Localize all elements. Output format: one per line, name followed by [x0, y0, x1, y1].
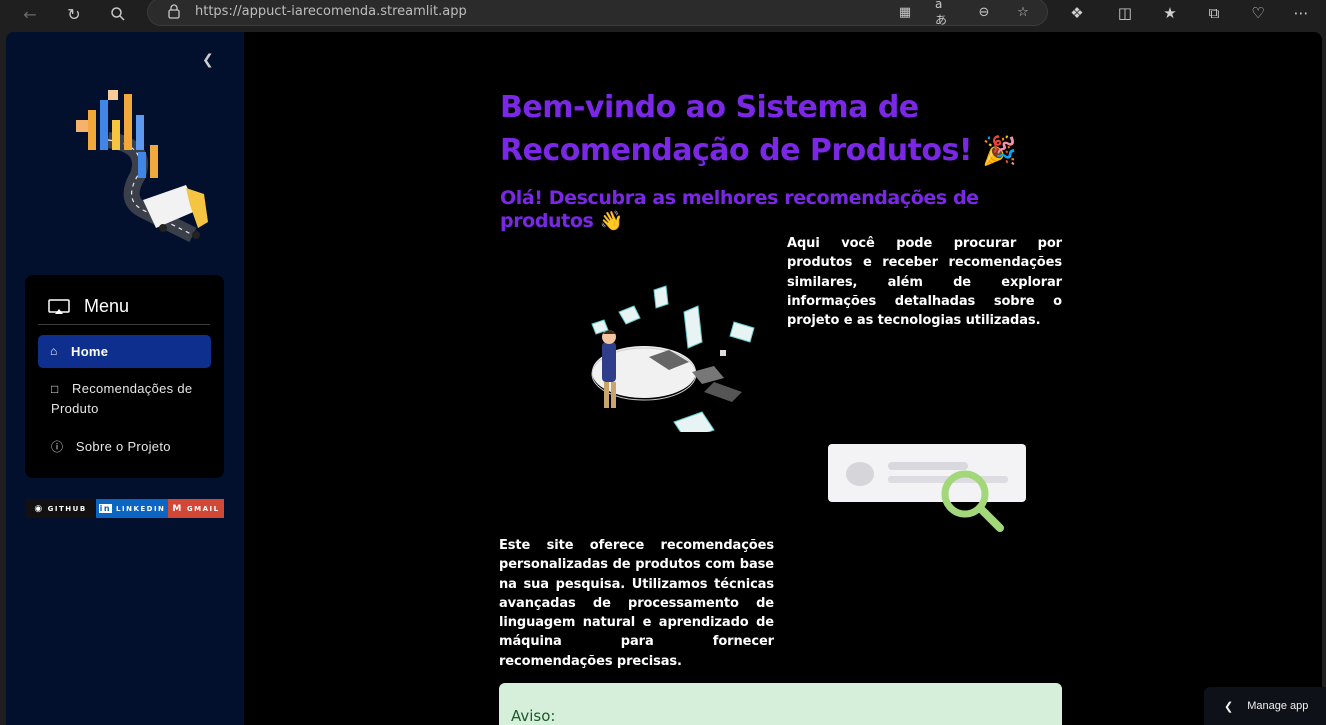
warning-title: Aviso:	[511, 707, 556, 725]
party-popper-icon: 🎉	[982, 134, 1017, 167]
description-paragraph: Este site oferece recomendações personal…	[499, 538, 774, 669]
logistics-logo	[76, 90, 208, 243]
waving-hand-icon: 👋	[599, 210, 624, 232]
lock-icon	[166, 3, 182, 19]
linkedin-icon: in	[98, 504, 113, 513]
sidebar: ❮ Menu ⌂ Home □ Recomendações de Produto…	[6, 32, 244, 725]
linkedin-badge[interactable]: in LINKEDIN	[96, 499, 168, 518]
github-badge[interactable]: ◉ GITHUB	[25, 499, 96, 518]
sidebar-item-recomendacoes[interactable]: □ Recomendações de Produto	[38, 379, 211, 418]
favorite-star-icon[interactable]: ☆	[1014, 3, 1032, 21]
favorites-icon[interactable]: ★	[1159, 2, 1181, 24]
sidebar-item-home[interactable]: ⌂ Home	[38, 335, 211, 368]
url-text[interactable]: https://appuct-iarecomenda.streamlit.app	[195, 4, 467, 19]
main-content: Bem-vindo ao Sistema de Recomendação de …	[244, 32, 1322, 725]
more-options-icon[interactable]: ⋯	[1290, 2, 1312, 24]
page-title: Bem-vindo ao Sistema de Recomendação de …	[500, 90, 1017, 168]
sidebar-item-sobre[interactable]: ⓘ Sobre o Projeto	[38, 437, 211, 457]
back-arrow-icon[interactable]: ←	[18, 2, 42, 26]
github-icon: ◉	[34, 503, 44, 514]
manage-app-label: Manage app	[1247, 700, 1309, 712]
info-circle-icon: ⓘ	[51, 440, 64, 454]
gmail-badge[interactable]: M GMAIL	[168, 499, 224, 518]
nav-menu: Menu ⌂ Home □ Recomendações de Produto ⓘ …	[25, 275, 224, 478]
sidebar-item-label: Recomendações de Produto	[51, 381, 193, 416]
warning-box: Aviso:	[499, 683, 1062, 725]
sidebar-item-label: Sobre o Projeto	[75, 439, 171, 454]
chevron-left-icon: ❮	[1224, 700, 1234, 713]
social-badges: ◉ GITHUB in LINKEDIN M GMAIL	[25, 499, 224, 518]
zoom-out-icon[interactable]: ⊖	[975, 3, 993, 21]
browser-essentials-icon[interactable]: ♡	[1247, 2, 1269, 24]
menu-header: Menu	[38, 289, 210, 325]
app-frame: ❮ Menu ⌂ Home □ Recomendações de Produto…	[6, 32, 1322, 725]
gmail-icon: M	[172, 503, 183, 514]
browser-toolbar: ← ↻ https://appuct-iarecomenda.streamlit…	[0, 0, 1326, 28]
data-analysis-illustration	[591, 285, 755, 432]
box-icon: □	[51, 382, 59, 396]
manage-app-button[interactable]: ❮ Manage app	[1204, 687, 1326, 725]
menu-title: Menu	[84, 296, 130, 316]
address-bar[interactable]: https://appuct-iarecomenda.streamlit.app…	[147, 0, 1048, 27]
read-aloud-icon[interactable]: a あ	[935, 0, 953, 27]
reload-icon[interactable]: ↻	[62, 2, 86, 26]
collapse-sidebar-icon[interactable]: ❮	[202, 52, 218, 68]
search-illustration	[828, 444, 1026, 532]
house-icon: ⌂	[50, 344, 58, 358]
cast-screen-icon	[48, 298, 70, 314]
split-screen-icon[interactable]: ◫	[1114, 2, 1136, 24]
app-grid-icon[interactable]: ▦	[896, 3, 914, 21]
collections-icon[interactable]: ⧉	[1203, 2, 1225, 24]
intro-paragraph: Aqui você pode procurar por produtos e r…	[787, 236, 1062, 329]
search-icon[interactable]	[106, 2, 130, 26]
sidebar-item-label: Home	[71, 344, 109, 359]
extensions-icon[interactable]: ❖	[1066, 2, 1088, 24]
page-subtitle: Olá! Descubra as melhores recomendações …	[500, 187, 979, 232]
